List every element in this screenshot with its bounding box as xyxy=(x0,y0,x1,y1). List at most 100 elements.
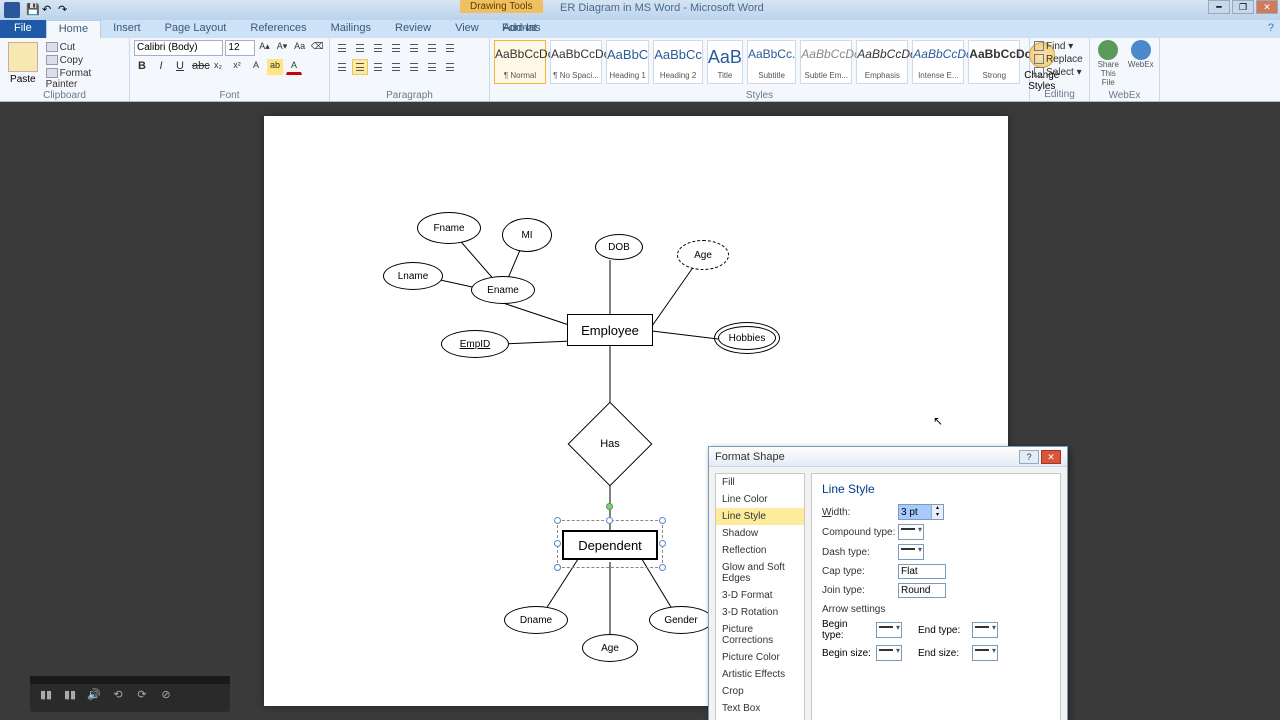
rotate-handle[interactable] xyxy=(606,503,613,510)
restore-button[interactable]: ❐ xyxy=(1232,0,1254,14)
paste-button[interactable]: Paste xyxy=(4,40,42,89)
nav-picture-color[interactable]: Picture Color xyxy=(716,649,804,666)
join-type-combo[interactable]: Round xyxy=(898,583,946,598)
er-attr-empid[interactable]: EmpID xyxy=(441,330,509,358)
strikethrough-button[interactable]: abc xyxy=(191,59,207,75)
resize-handle-se[interactable] xyxy=(659,564,666,571)
font-size-combo[interactable]: 12 xyxy=(225,40,254,56)
clear-formatting-button[interactable]: ⌫ xyxy=(309,40,325,56)
webex-button[interactable]: WebEx xyxy=(1127,40,1156,89)
numbering-button[interactable] xyxy=(352,40,368,56)
multilevel-button[interactable] xyxy=(370,40,386,56)
nav-picture-corrections[interactable]: Picture Corrections xyxy=(716,621,804,649)
resize-handle-nw[interactable] xyxy=(554,517,561,524)
nav-fill[interactable]: Fill xyxy=(716,474,804,491)
begin-type-combo[interactable] xyxy=(876,622,902,638)
style-normal[interactable]: AaBbCcDc¶ Normal xyxy=(494,40,546,84)
style-emphasis[interactable]: AaBbCcDcEmphasis xyxy=(856,40,908,84)
replace-button[interactable]: Replace xyxy=(1034,53,1085,66)
cut-button[interactable]: Cut xyxy=(46,42,125,53)
italic-button[interactable]: I xyxy=(153,59,169,75)
redo-icon[interactable]: ↷ xyxy=(58,3,72,17)
forward-button[interactable]: ⟳ xyxy=(132,688,152,708)
resize-handle-w[interactable] xyxy=(554,540,561,547)
er-entity-dependent[interactable]: Dependent xyxy=(562,530,658,560)
find-button[interactable]: Find ▾ xyxy=(1034,40,1085,53)
nav-artistic-effects[interactable]: Artistic Effects xyxy=(716,666,804,683)
align-center-button[interactable] xyxy=(352,59,368,75)
nav-line-style[interactable]: Line Style xyxy=(716,508,804,525)
width-input[interactable] xyxy=(899,505,931,519)
borders-button[interactable] xyxy=(442,59,458,75)
end-size-combo[interactable] xyxy=(972,645,998,661)
tab-view[interactable]: View xyxy=(443,20,491,38)
sort-button[interactable] xyxy=(424,40,440,56)
end-type-combo[interactable] xyxy=(972,622,998,638)
superscript-button[interactable]: x² xyxy=(229,59,245,75)
style-title[interactable]: AaBTitle xyxy=(707,40,743,84)
pause-button[interactable]: ▮▮ xyxy=(60,688,80,708)
style-strong[interactable]: AaBbCcDcStrong xyxy=(968,40,1020,84)
nav-crop[interactable]: Crop xyxy=(716,683,804,700)
file-tab[interactable]: File xyxy=(0,20,46,38)
width-up[interactable]: ▴ xyxy=(931,505,943,512)
tab-review[interactable]: Review xyxy=(383,20,443,38)
share-file-button[interactable]: Share This File xyxy=(1094,40,1123,89)
grow-font-button[interactable]: A▴ xyxy=(257,40,273,56)
justify-button[interactable] xyxy=(388,59,404,75)
style-no-spacing[interactable]: AaBbCcDc¶ No Spaci... xyxy=(550,40,602,84)
resize-handle-e[interactable] xyxy=(659,540,666,547)
er-attr-age2[interactable]: Age xyxy=(582,634,638,662)
er-attr-lname[interactable]: Lname xyxy=(383,262,443,290)
er-attr-dname[interactable]: Dname xyxy=(504,606,568,634)
resize-handle-ne[interactable] xyxy=(659,517,666,524)
resize-handle-s[interactable] xyxy=(554,564,561,571)
rewind-button[interactable]: ⟲ xyxy=(108,688,128,708)
player-timeline[interactable] xyxy=(30,676,230,684)
er-attr-age[interactable]: Age xyxy=(677,240,729,270)
nav-text-box[interactable]: Text Box xyxy=(716,700,804,717)
er-attr-mi[interactable]: MI xyxy=(502,218,552,252)
dialog-help-button[interactable]: ? xyxy=(1019,450,1039,464)
style-subtitle[interactable]: AaBbCc.Subtitle xyxy=(747,40,796,84)
compound-type-combo[interactable] xyxy=(898,524,924,540)
dialog-close-button[interactable]: ✕ xyxy=(1041,450,1061,464)
text-effects-button[interactable]: A xyxy=(248,59,264,75)
er-attr-gender[interactable]: Gender xyxy=(649,606,713,634)
width-spinner[interactable]: ▴▾ xyxy=(898,504,944,520)
nav-3d-format[interactable]: 3-D Format xyxy=(716,587,804,604)
nav-glow[interactable]: Glow and Soft Edges xyxy=(716,559,804,587)
change-case-button[interactable]: Aa xyxy=(292,40,308,56)
stop-button[interactable]: ⊘ xyxy=(156,688,176,708)
dash-type-combo[interactable] xyxy=(898,544,924,560)
shrink-font-button[interactable]: A▾ xyxy=(274,40,290,56)
style-intense-emphasis[interactable]: AaBbCcDcIntense E... xyxy=(912,40,964,84)
er-attr-fname[interactable]: Fname xyxy=(417,212,481,244)
tab-insert[interactable]: Insert xyxy=(101,20,153,38)
style-subtle-emphasis[interactable]: AaBbCcDcSubtle Em... xyxy=(800,40,852,84)
help-icon[interactable]: ? xyxy=(1268,22,1274,34)
nav-line-color[interactable]: Line Color xyxy=(716,491,804,508)
show-marks-button[interactable] xyxy=(442,40,458,56)
begin-size-combo[interactable] xyxy=(876,645,902,661)
er-attr-hobbies[interactable]: Hobbies xyxy=(714,322,780,354)
width-down[interactable]: ▾ xyxy=(931,512,943,519)
style-heading2[interactable]: AaBbCcHeading 2 xyxy=(653,40,703,84)
highlight-button[interactable]: ab xyxy=(267,59,283,75)
er-attr-dob[interactable]: DOB xyxy=(595,234,643,260)
resize-handle-n[interactable] xyxy=(606,517,613,524)
save-icon[interactable]: 💾 xyxy=(26,3,40,17)
increase-indent-button[interactable] xyxy=(406,40,422,56)
subscript-button[interactable]: x₂ xyxy=(210,59,226,75)
decrease-indent-button[interactable] xyxy=(388,40,404,56)
underline-button[interactable]: U xyxy=(172,59,188,75)
shading-button[interactable] xyxy=(424,59,440,75)
line-spacing-button[interactable] xyxy=(406,59,422,75)
align-right-button[interactable] xyxy=(370,59,386,75)
bold-button[interactable]: B xyxy=(134,59,150,75)
tab-page-layout[interactable]: Page Layout xyxy=(153,20,239,38)
bullets-button[interactable] xyxy=(334,40,350,56)
nav-reflection[interactable]: Reflection xyxy=(716,542,804,559)
style-heading1[interactable]: AaBbCHeading 1 xyxy=(606,40,649,84)
align-left-button[interactable] xyxy=(334,59,350,75)
